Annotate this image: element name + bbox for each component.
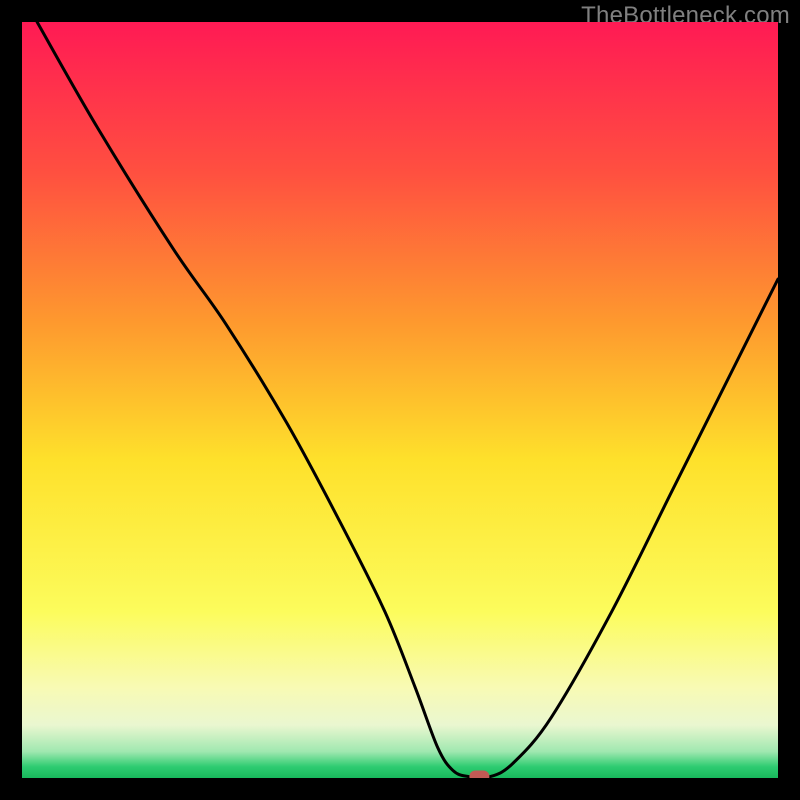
chart-background	[22, 22, 778, 778]
minimum-marker	[469, 770, 489, 778]
chart-plot-area	[22, 22, 778, 778]
chart-svg	[22, 22, 778, 778]
chart-frame: TheBottleneck.com	[0, 0, 800, 800]
